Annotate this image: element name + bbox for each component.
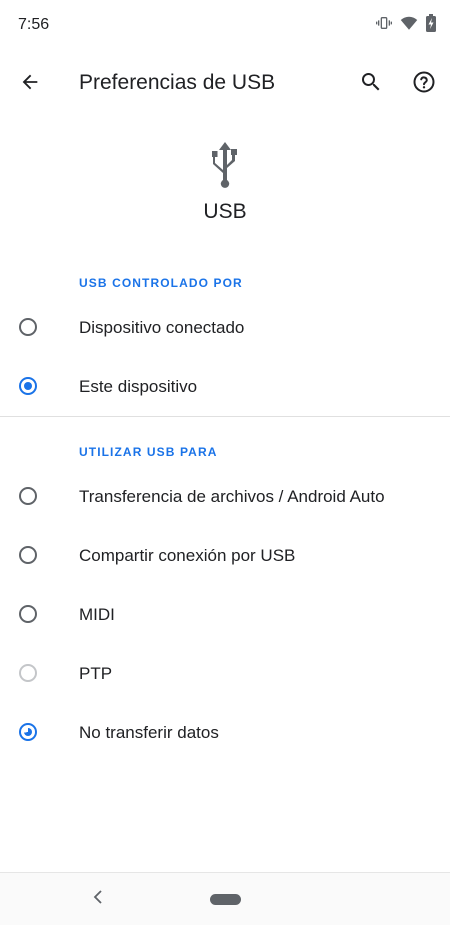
status-bar: 7:56 [0, 0, 450, 52]
option-label: Compartir conexión por USB [79, 546, 296, 565]
option-label: Transferencia de archivos / Android Auto [79, 487, 385, 506]
option-midi[interactable]: MIDI [0, 587, 450, 645]
search-icon [359, 70, 383, 99]
option-this-device[interactable]: Este dispositivo [0, 359, 450, 417]
usb-title: USB [203, 200, 247, 223]
usb-header: USB [0, 140, 450, 224]
vibrate-icon [376, 15, 392, 31]
section-header-use-for: UTILIZAR USB PARA [79, 445, 218, 459]
radio-button[interactable] [19, 605, 37, 623]
option-label: Dispositivo conectado [79, 318, 245, 337]
nav-back-button[interactable] [88, 889, 108, 909]
radio-button[interactable] [19, 318, 37, 336]
arrow-back-icon [19, 71, 41, 98]
radio-button-selected[interactable] [19, 723, 37, 741]
status-time: 7:56 [18, 16, 50, 33]
status-icons [376, 14, 436, 32]
wifi-icon [400, 15, 418, 31]
radio-button[interactable] [19, 546, 37, 564]
help-button[interactable] [408, 68, 440, 100]
nav-home-pill[interactable] [210, 894, 241, 905]
nav-back-icon [92, 889, 104, 909]
help-icon [412, 70, 436, 99]
radio-button-selected[interactable] [19, 377, 37, 395]
divider [0, 416, 450, 417]
option-label: PTP [79, 664, 113, 683]
option-label: MIDI [79, 605, 115, 624]
option-label: No transferir datos [79, 723, 219, 742]
option-ptp[interactable]: PTP [0, 646, 450, 704]
battery-charging-icon [426, 14, 436, 32]
option-label: Este dispositivo [79, 377, 198, 396]
usb-icon [0, 140, 450, 190]
option-connected-device[interactable]: Dispositivo conectado [0, 300, 450, 358]
radio-button[interactable] [19, 487, 37, 505]
navigation-bar [0, 872, 450, 925]
section-header-controlled-by: USB CONTROLADO POR [79, 276, 243, 290]
radio-button[interactable] [19, 664, 37, 682]
search-button[interactable] [355, 68, 387, 100]
page-title: Preferencias de USB [79, 71, 276, 94]
back-button[interactable] [14, 68, 46, 100]
option-no-data-transfer[interactable]: No transferir datos [0, 705, 450, 763]
option-usb-tethering[interactable]: Compartir conexión por USB [0, 528, 450, 586]
toolbar: Preferencias de USB [0, 56, 450, 112]
option-file-transfer[interactable]: Transferencia de archivos / Android Auto [0, 469, 450, 527]
usb-preferences-screen: 7:56 Preferencias de USB USB USB CONTROL… [0, 0, 450, 925]
